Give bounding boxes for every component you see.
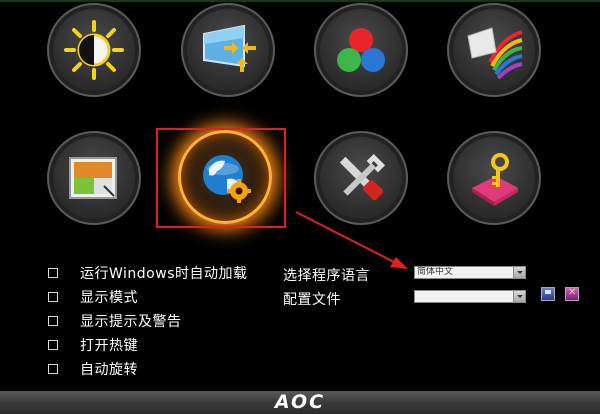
option-hotkeys[interactable]: 打开热键 (48, 334, 138, 356)
chevron-down-icon (513, 267, 525, 278)
color-palette-paint-icon (467, 27, 523, 80)
color-rgb-button[interactable] (314, 3, 408, 97)
chevron-down-icon (513, 291, 525, 302)
autoload-label: 运行Windows时自动加载 (80, 266, 248, 282)
option-auto-rotate[interactable]: 自动旋转 (48, 358, 138, 380)
tips-warnings-label: 显示提示及警告 (80, 314, 182, 330)
display-mode-checkbox[interactable] (48, 292, 58, 302)
option-tips-warnings[interactable]: 显示提示及警告 (48, 310, 182, 332)
top-line (0, 0, 600, 2)
option-autoload[interactable]: 运行Windows时自动加载 (48, 262, 248, 284)
picture-image-icon (69, 157, 117, 199)
language-select[interactable]: 简体中文 (414, 266, 526, 279)
key-lock-button[interactable] (447, 131, 541, 225)
color-rgb-icon (337, 28, 385, 72)
auto-rotate-checkbox[interactable] (48, 364, 58, 374)
option-display-mode[interactable]: 显示模式 (48, 286, 138, 308)
footer-bar: AOC (0, 391, 600, 414)
picture-image-button[interactable] (47, 131, 141, 225)
save-profile-button[interactable] (541, 287, 555, 301)
profile-select[interactable] (414, 290, 526, 303)
language-selected-value: 简体中文 (417, 267, 454, 277)
display-mode-label: 显示模式 (80, 290, 138, 306)
tools-button[interactable] (314, 131, 408, 225)
tips-warnings-checkbox[interactable] (48, 316, 58, 326)
hotkeys-checkbox[interactable] (48, 340, 58, 350)
profile-label: 配置文件 (283, 292, 341, 308)
autoload-checkbox[interactable] (48, 268, 58, 278)
delete-profile-button[interactable] (565, 287, 579, 301)
key-lock-icon (472, 153, 518, 206)
brand-logo: AOC (274, 391, 326, 413)
color-palette-button[interactable] (447, 3, 541, 97)
hotkeys-label: 打开热键 (80, 338, 138, 354)
brightness-contrast-button[interactable] (47, 3, 141, 97)
screen-resize-button[interactable] (181, 3, 275, 97)
highlight-box (156, 128, 286, 228)
auto-rotate-label: 自动旋转 (80, 362, 138, 378)
screen-resize-icon (203, 24, 256, 72)
language-label: 选择程序语言 (283, 268, 370, 284)
brightness-contrast-icon (64, 20, 124, 80)
tools-wrench-screwdriver-icon (339, 153, 386, 201)
app-window: 运行Windows时自动加载 显示模式 显示提示及警告 打开热键 自动旋转 选择… (0, 0, 600, 414)
